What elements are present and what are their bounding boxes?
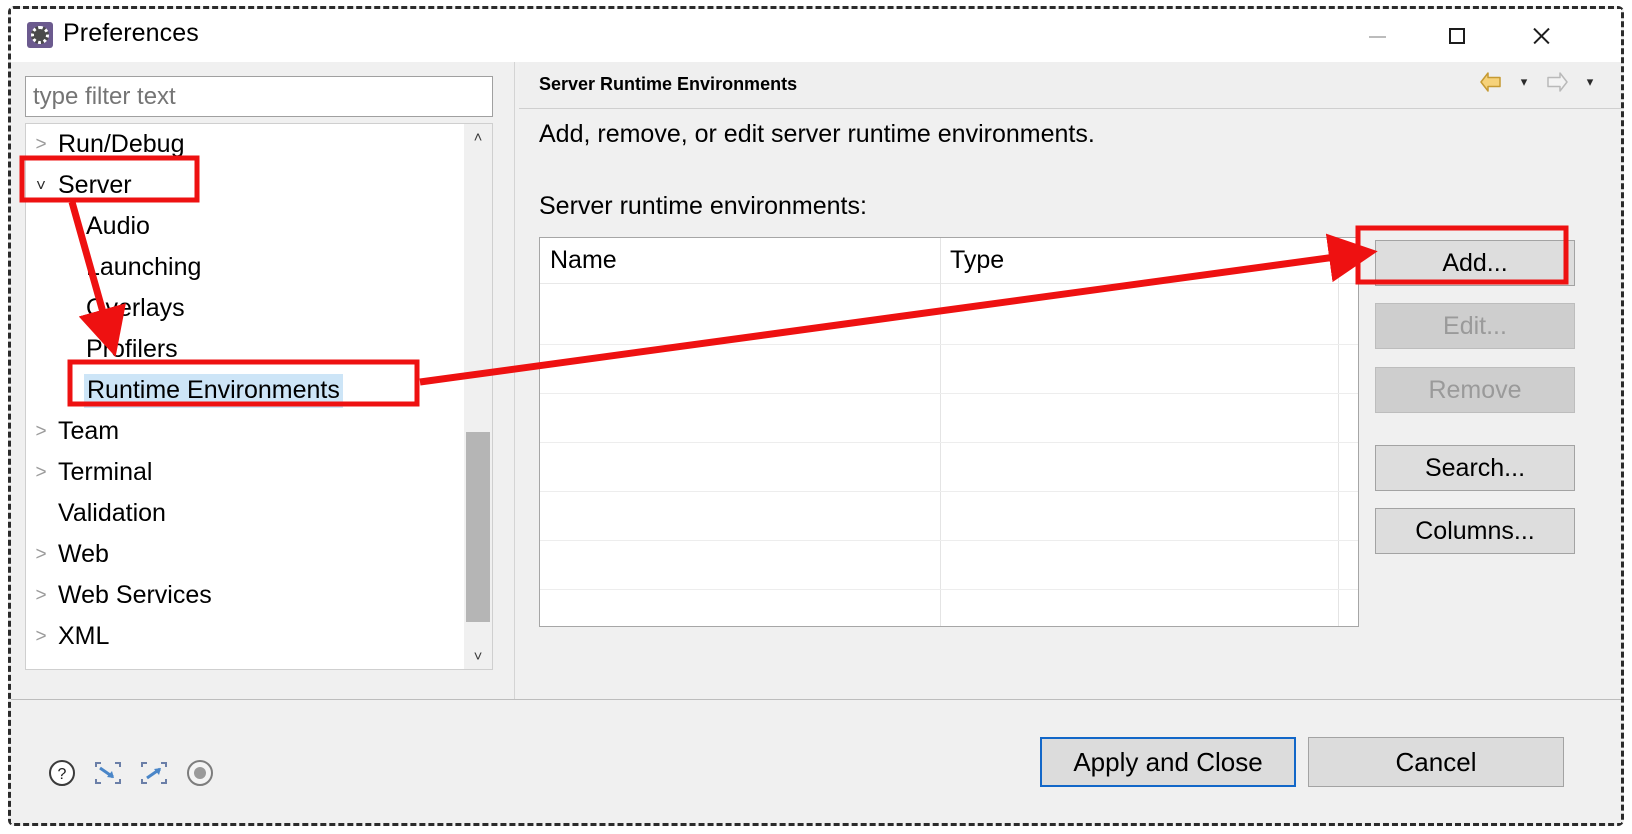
scroll-up-icon[interactable]: ˄ [464, 124, 492, 150]
sidebar-item-label: Team [58, 417, 120, 445]
column-header-name[interactable]: Name [550, 246, 617, 275]
back-menu-chevron-down-icon[interactable]: ▾ [1511, 74, 1537, 90]
add-button[interactable]: Add... [1375, 240, 1575, 286]
sidebar-item-audio[interactable]: Audio [26, 206, 492, 247]
forward-menu-chevron-down-icon[interactable]: ▾ [1577, 74, 1603, 90]
title-bar: Preferences [11, 9, 1621, 62]
table-row [540, 589, 1358, 590]
column-divider [940, 238, 941, 626]
sidebar-item-label: Runtime Environments [84, 373, 343, 408]
chevron-down-icon[interactable]: ˅ [26, 177, 56, 194]
sidebar-item-label: Validation [58, 499, 166, 527]
chevron-right-icon[interactable]: > [26, 586, 56, 605]
chevron-right-icon[interactable]: > [26, 135, 56, 154]
tree-scrollbar[interactable]: ˄ ˅ [464, 124, 492, 669]
preferences-dialog: Preferences > Run/Debug ˅ Server [8, 6, 1624, 826]
sidebar-item-team[interactable]: > Team [26, 411, 492, 452]
table-row [540, 442, 1358, 443]
sidebar-item-label: Audio [86, 212, 150, 240]
preferences-gear-icon [27, 22, 53, 48]
sidebar-item-server[interactable]: ˅ Server [26, 165, 492, 206]
sidebar-item-label: Run/Debug [58, 130, 185, 158]
page-nav-icons: ▾ ▾ [1471, 70, 1603, 94]
chevron-right-icon[interactable]: > [26, 463, 56, 482]
column-header-type[interactable]: Type [950, 246, 1004, 275]
maximize-icon[interactable] [1425, 9, 1489, 62]
chevron-right-icon[interactable]: > [26, 627, 56, 646]
column-divider [1338, 238, 1339, 626]
back-arrow-icon[interactable] [1471, 70, 1511, 94]
sidebar-item-label: Overlays [86, 294, 185, 322]
page-title: Server Runtime Environments [539, 74, 798, 94]
apply-and-close-button[interactable]: Apply and Close [1040, 737, 1296, 787]
cancel-button[interactable]: Cancel [1308, 737, 1564, 787]
sidebar: > Run/Debug ˅ Server Audio Launching [11, 62, 508, 699]
list-label: Server runtime environments: [539, 192, 867, 220]
sidebar-item-web-services[interactable]: > Web Services [26, 575, 492, 616]
remove-button: Remove [1375, 367, 1575, 413]
chevron-right-icon[interactable]: > [26, 422, 56, 441]
table-header-row: Name Type [540, 238, 1358, 284]
export-icon[interactable] [139, 758, 169, 788]
sidebar-item-label: Web Services [58, 581, 212, 609]
sidebar-item-label: XML [58, 622, 110, 650]
sidebar-item-label: Web [58, 540, 109, 568]
close-icon[interactable] [1509, 9, 1573, 62]
record-icon[interactable] [185, 758, 215, 788]
sidebar-item-profilers[interactable]: Profilers [26, 329, 492, 370]
minimize-icon[interactable] [1345, 9, 1409, 62]
sidebar-item-web[interactable]: > Web [26, 534, 492, 575]
forward-arrow-icon[interactable] [1537, 70, 1577, 94]
sidebar-item-xml[interactable]: > XML [26, 616, 492, 657]
main-panel: Server Runtime Environments ▾ ▾ Add, rem… [519, 62, 1621, 699]
sidebar-item-runtime-environments[interactable]: Runtime Environments [26, 370, 492, 411]
table-row [540, 344, 1358, 345]
preferences-tree[interactable]: > Run/Debug ˅ Server Audio Launching Ove… [25, 123, 493, 670]
columns-button[interactable]: Columns... [1375, 508, 1575, 554]
edit-button: Edit... [1375, 303, 1575, 349]
sidebar-item-label: Profilers [86, 335, 178, 363]
import-icon[interactable] [93, 758, 123, 788]
sidebar-item-run-debug[interactable]: > Run/Debug [26, 124, 492, 165]
page-header: Server Runtime Environments ▾ ▾ [519, 62, 1621, 109]
sidebar-item-label: Server [58, 171, 132, 199]
table-row [540, 393, 1358, 394]
page-description: Add, remove, or edit server runtime envi… [539, 120, 1095, 148]
dialog-body: > Run/Debug ˅ Server Audio Launching [11, 62, 1621, 699]
help-icon[interactable]: ? [47, 758, 77, 788]
pane-divider [514, 62, 515, 699]
sidebar-item-validation[interactable]: Validation [26, 493, 492, 534]
sidebar-item-launching[interactable]: Launching [26, 247, 492, 288]
window-title: Preferences [63, 19, 199, 47]
sidebar-item-terminal[interactable]: > Terminal [26, 452, 492, 493]
runtime-environments-table[interactable]: Name Type [539, 237, 1359, 627]
chevron-right-icon[interactable]: > [26, 545, 56, 564]
svg-text:?: ? [58, 766, 67, 783]
filter-input[interactable] [25, 76, 493, 117]
sidebar-item-label: Terminal [58, 458, 153, 486]
table-row [540, 491, 1358, 492]
dialog-footer: ? Apply and Close Cancel [11, 699, 1621, 823]
sidebar-item-overlays[interactable]: Overlays [26, 288, 492, 329]
search-button[interactable]: Search... [1375, 445, 1575, 491]
footer-icon-group: ? [47, 758, 215, 788]
scrollbar-thumb[interactable] [466, 432, 490, 622]
sidebar-item-label: Launching [86, 253, 202, 281]
scroll-down-icon[interactable]: ˅ [464, 643, 492, 669]
table-row [540, 540, 1358, 541]
